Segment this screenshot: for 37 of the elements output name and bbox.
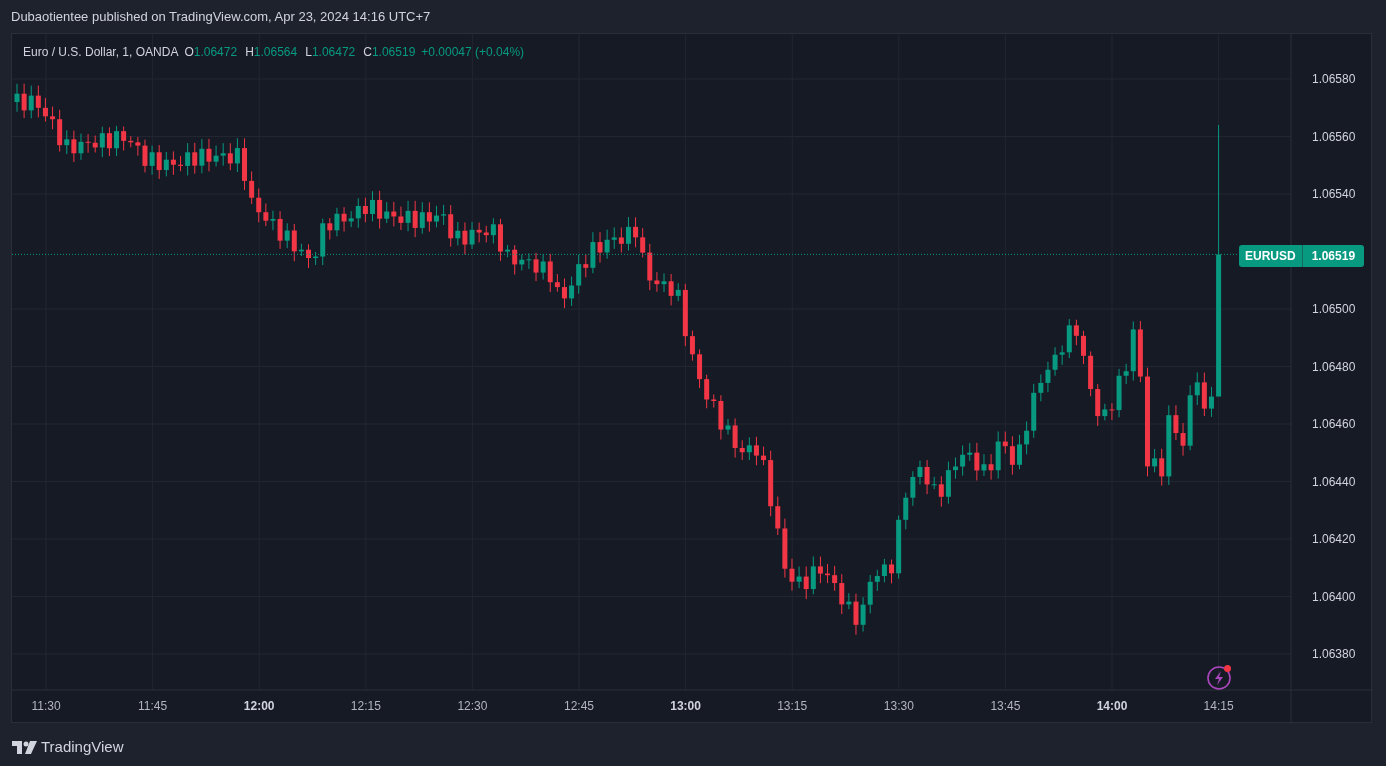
ohlc-label: C	[363, 44, 372, 61]
time-label: 11:30	[30, 699, 62, 713]
time-label: 14:15	[1202, 699, 1235, 713]
ohlc-value: 1.06472	[311, 44, 356, 61]
time-label: 14:00	[1095, 699, 1129, 713]
price-label: 1.06400	[1312, 589, 1356, 604]
time-label: 12:15	[349, 699, 382, 713]
price-label: 1.06500	[1312, 302, 1356, 316]
lightning-icon[interactable]	[1207, 663, 1234, 690]
ohlc-value: 1.06519	[371, 44, 416, 61]
price-label: 1.06420	[1312, 532, 1356, 546]
price-label: 1.06480	[1312, 359, 1356, 374]
publish-info: Dubaotientee published on TradingView.com, Apr 23, 2024 14:16 UTC+7	[11, 7, 431, 26]
logo-icon	[12, 740, 37, 754]
price-label: 1.06560	[1312, 129, 1356, 144]
time-label: 13:00	[669, 699, 702, 713]
time-label: 12:45	[563, 699, 595, 713]
price-label: 1.06460	[1312, 417, 1356, 431]
time-label: 13:30	[882, 699, 915, 713]
logo-text: TradingView	[41, 737, 124, 757]
ohlc-label: L	[305, 44, 312, 61]
ohlc-value: 1.06564	[253, 44, 298, 61]
price-label: 1.06380	[1312, 647, 1356, 661]
ohlc-label: H	[245, 44, 254, 61]
change-value: +0.00047 (+0.04%)	[421, 44, 525, 61]
price-label: 1.06580	[1312, 72, 1356, 86]
symbol-title: Euro / U.S. Dollar, 1, OANDA	[23, 44, 179, 61]
ohlc-label: O	[184, 44, 194, 61]
time-label: 12:00	[242, 699, 276, 713]
price-label: 1.06540	[1312, 187, 1356, 201]
price-label: 1.06440	[1312, 474, 1356, 489]
ohlc-value: 1.06472	[193, 44, 238, 61]
badge-price: 1.06519	[1310, 248, 1357, 265]
time-label: 13:15	[776, 699, 809, 713]
time-label: 13:45	[989, 699, 1022, 713]
time-label: 11:45	[137, 699, 169, 713]
time-label: 12:30	[456, 699, 489, 713]
